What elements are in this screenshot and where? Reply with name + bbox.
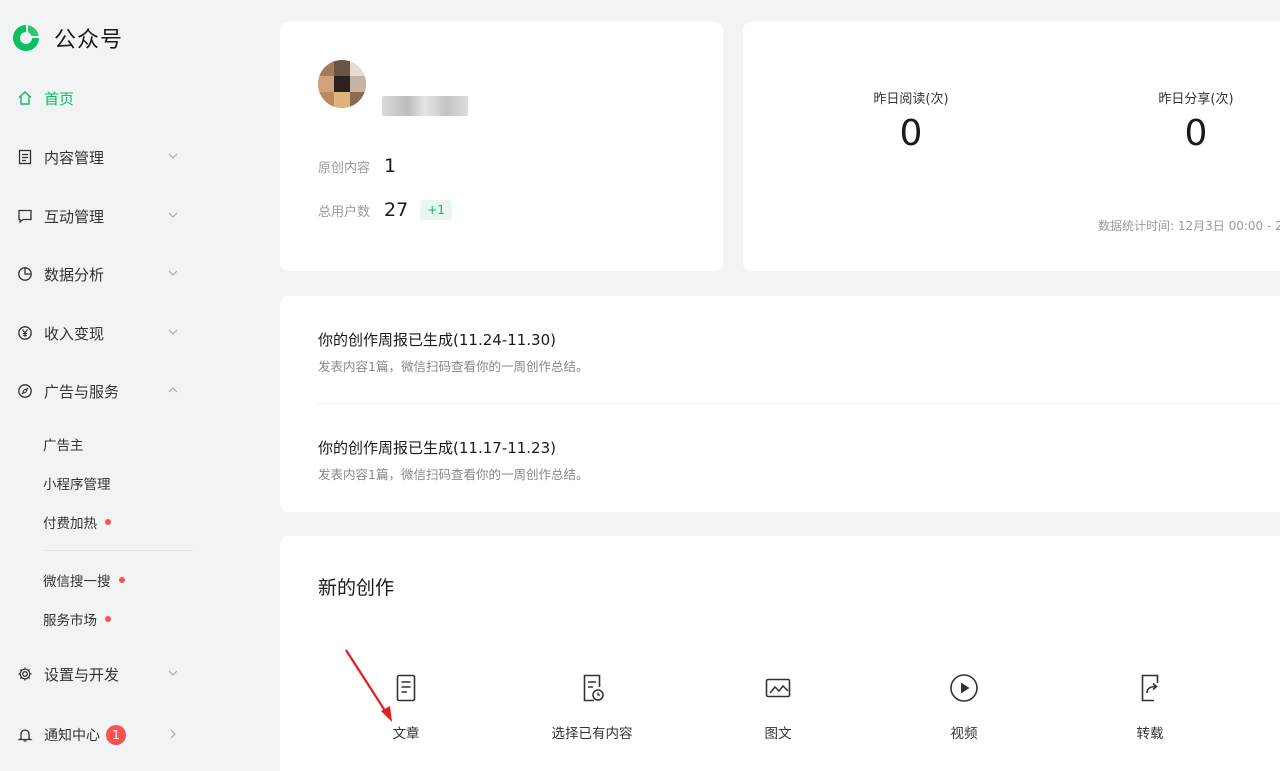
new-dot bbox=[118, 577, 125, 583]
new-creation-title: 新的创作 bbox=[318, 577, 395, 599]
weekly-report-desc: 发表内容1篇，微信扫码查看你的一周创作总结。 bbox=[318, 359, 589, 374]
nav-settings-label: 设置与开发 bbox=[44, 665, 120, 684]
brand-name: 公众号 bbox=[54, 28, 124, 53]
yesterday-shares-metric: 昨日分享(次) 0 bbox=[1116, 88, 1276, 154]
nav-ads-label: 广告与服务 bbox=[44, 382, 120, 401]
nav-interaction-label: 互动管理 bbox=[44, 207, 105, 226]
comment-icon bbox=[16, 207, 34, 225]
notification-count-badge: 1 bbox=[106, 725, 126, 745]
nav-ads[interactable]: 广告与服务 bbox=[16, 377, 188, 405]
create-article-label: 文章 bbox=[392, 726, 420, 742]
sidebar: 公众号 首页 内容管理 互动管理 数据分析 收入变现 广告与服务 广告主 小程序… bbox=[0, 0, 256, 771]
yen-icon bbox=[16, 324, 34, 342]
weekly-report-title: 你的创作周报已生成(11.17-11.23) bbox=[318, 439, 557, 457]
wechat-official-logo-icon bbox=[13, 25, 39, 51]
total-users-stat: 总用户数 27 +1 bbox=[318, 199, 452, 221]
sub-advertiser-label: 广告主 bbox=[43, 438, 84, 454]
yesterday-shares-value: 0 bbox=[1184, 113, 1208, 154]
nav-content[interactable]: 内容管理 bbox=[16, 143, 188, 171]
total-users-value: 27 bbox=[384, 199, 409, 221]
create-video-label: 视频 bbox=[950, 726, 978, 742]
nav-revenue[interactable]: 收入变现 bbox=[16, 319, 188, 347]
create-repost-button[interactable]: 转载 bbox=[1090, 672, 1210, 742]
nav-home[interactable]: 首页 bbox=[16, 84, 188, 112]
sub-miniprogram[interactable]: 小程序管理 bbox=[43, 473, 111, 493]
nav-home-label: 首页 bbox=[44, 89, 75, 108]
weekly-reports-card: 你的创作周报已生成(11.24-11.30) 发表内容1篇，微信扫码查看你的一周… bbox=[280, 296, 1280, 512]
weekly-report-desc: 发表内容1篇，微信扫码查看你的一周创作总结。 bbox=[318, 467, 589, 482]
chevron-down-icon bbox=[168, 153, 178, 159]
total-users-label: 总用户数 bbox=[318, 204, 371, 220]
sub-wechat-search-label: 微信搜一搜 bbox=[43, 574, 111, 590]
video-icon bbox=[950, 674, 978, 702]
document-icon bbox=[16, 148, 34, 166]
original-content-label: 原创内容 bbox=[318, 160, 371, 176]
nav-revenue-label: 收入变现 bbox=[44, 324, 105, 343]
chevron-down-icon bbox=[168, 670, 178, 676]
weekly-report-item[interactable]: 你的创作周报已生成(11.24-11.30) 发表内容1篇，微信扫码查看你的一周… bbox=[318, 329, 588, 375]
image-text-icon bbox=[765, 678, 791, 698]
users-delta-badge: +1 bbox=[420, 200, 452, 220]
create-video-button[interactable]: 视频 bbox=[904, 672, 1024, 742]
existing-content-icon bbox=[583, 674, 604, 702]
nav-notifications-label: 通知中心 bbox=[44, 728, 100, 744]
new-creation-card: 新的创作 文章 选择已有内容 图文 视频 转载 bbox=[280, 536, 1280, 771]
bell-icon bbox=[16, 726, 34, 744]
yesterday-reads-label: 昨日阅读(次) bbox=[873, 92, 949, 107]
sub-wechat-search[interactable]: 微信搜一搜 bbox=[43, 570, 125, 590]
new-dot bbox=[105, 616, 111, 622]
weekly-report-item[interactable]: 你的创作周报已生成(11.17-11.23) 发表内容1篇，微信扫码查看你的一周… bbox=[318, 437, 588, 483]
yesterday-reads-value: 0 bbox=[899, 113, 923, 154]
nav-analytics[interactable]: 数据分析 bbox=[16, 260, 188, 288]
yesterday-shares-label: 昨日分享(次) bbox=[1158, 92, 1234, 107]
sub-miniprogram-label: 小程序管理 bbox=[43, 477, 111, 493]
nav-interaction[interactable]: 互动管理 bbox=[16, 202, 188, 230]
new-dot bbox=[105, 519, 111, 525]
sub-advertiser[interactable]: 广告主 bbox=[43, 434, 84, 454]
nav-settings[interactable]: 设置与开发 bbox=[16, 660, 188, 688]
create-article-button[interactable]: 文章 bbox=[346, 672, 466, 742]
home-icon bbox=[16, 89, 34, 107]
gear-icon bbox=[16, 665, 34, 683]
avatar[interactable] bbox=[318, 60, 366, 108]
sub-service-market-label: 服务市场 bbox=[43, 613, 97, 629]
original-content-value: 1 bbox=[384, 155, 397, 177]
report-divider bbox=[318, 403, 1280, 404]
nav-notifications[interactable]: 通知中心 1 bbox=[16, 721, 188, 749]
nav-analytics-label: 数据分析 bbox=[44, 265, 105, 284]
repost-icon bbox=[1141, 674, 1159, 702]
chevron-down-icon bbox=[168, 212, 178, 218]
nav-content-label: 内容管理 bbox=[44, 148, 105, 167]
create-image-text-label: 图文 bbox=[764, 726, 792, 742]
pie-chart-icon bbox=[16, 265, 34, 283]
create-image-text-button[interactable]: 图文 bbox=[718, 672, 838, 742]
stats-card: 昨日阅读(次) 0 昨日分享(次) 0 数据统计时间: 12月3日 00:00 … bbox=[743, 22, 1280, 271]
chevron-down-icon bbox=[168, 270, 178, 276]
chevron-down-icon bbox=[168, 329, 178, 335]
original-content-stat: 原创内容 1 bbox=[318, 155, 396, 177]
create-repost-label: 转载 bbox=[1136, 726, 1164, 742]
article-icon bbox=[396, 674, 416, 702]
yesterday-reads-metric: 昨日阅读(次) 0 bbox=[831, 88, 991, 154]
stats-time-note: 数据统计时间: 12月3日 00:00 - 24:00 bbox=[1098, 219, 1280, 233]
sub-paid-boost-label: 付费加热 bbox=[43, 516, 97, 532]
profile-card: 原创内容 1 总用户数 27 +1 bbox=[280, 22, 723, 271]
chevron-right-icon bbox=[170, 729, 176, 739]
sub-paid-boost[interactable]: 付费加热 bbox=[43, 512, 111, 532]
compass-icon bbox=[16, 382, 34, 400]
weekly-report-title: 你的创作周报已生成(11.24-11.30) bbox=[318, 331, 557, 349]
brand-logo[interactable]: 公众号 bbox=[10, 22, 123, 54]
chevron-up-icon bbox=[168, 387, 178, 393]
create-existing-button[interactable]: 选择已有内容 bbox=[532, 672, 652, 742]
sub-service-market[interactable]: 服务市场 bbox=[43, 609, 111, 629]
create-existing-label: 选择已有内容 bbox=[551, 726, 633, 742]
account-name-blurred bbox=[382, 96, 468, 116]
sidebar-divider bbox=[43, 550, 193, 551]
